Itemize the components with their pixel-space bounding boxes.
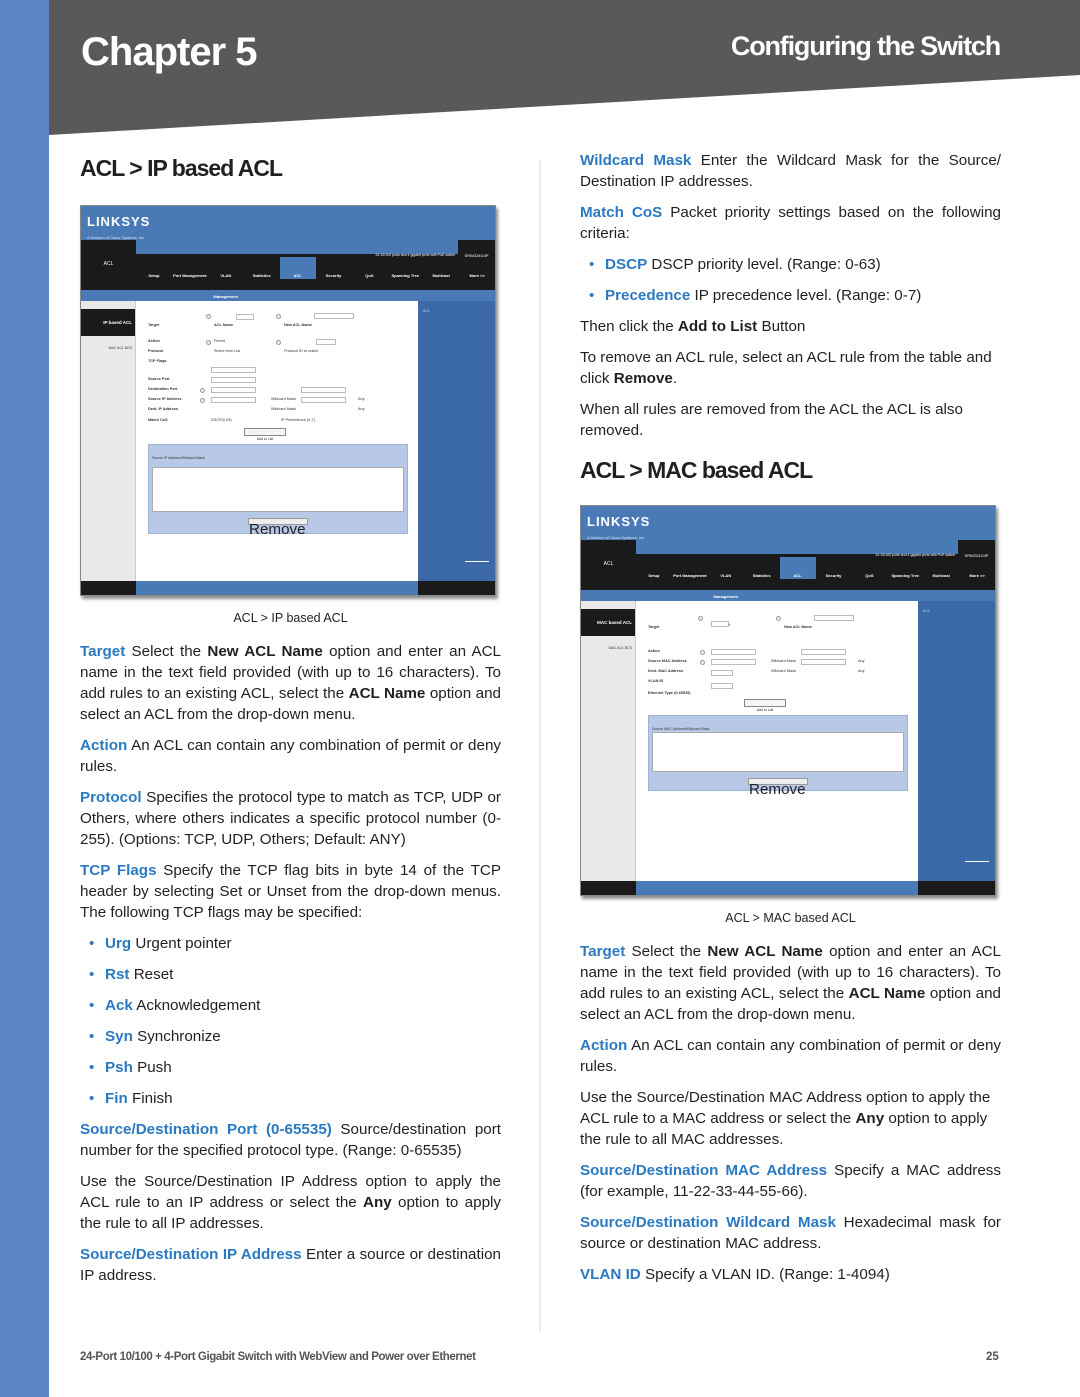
heading-ip-based-acl: ACL > IP based ACL — [80, 155, 283, 181]
tab-setup: Setup — [148, 273, 160, 278]
para-action: Action An ACL can contain any combinatio… — [80, 737, 501, 775]
list-item: Ack Acknowledgement — [80, 995, 501, 1016]
section-title: Configuring the Switch — [730, 31, 1001, 61]
tab-spanning-tree: Spanning Tree — [391, 273, 420, 278]
tab-security: Security — [825, 573, 842, 578]
para-vlan-id: VLAN ID Specify a VLAN ID. (Range: 1-409… — [580, 1266, 890, 1283]
para-target: Target Select the New ACL Name option an… — [80, 643, 501, 723]
para-mac-use: Use the Source/Destination MAC Address o… — [580, 1089, 991, 1148]
tab-spanning-tree: Spanning Tree — [891, 573, 920, 578]
para-ip-address: Source/Destination IP Address Enter a so… — [80, 1246, 501, 1284]
para-match-cos: Match CoS Packet priority settings based… — [580, 204, 1001, 242]
para-action: Action An ACL can contain any combinatio… — [580, 1037, 1001, 1075]
list-item: Psh Push — [80, 1057, 501, 1078]
tab-acl: ACL — [779, 557, 816, 579]
cisco-logo — [465, 561, 489, 573]
screenshot-mac-based-acl: LINKSYS A Division of Cisco Systems, Inc… — [580, 505, 996, 896]
tab-statistics: Statistics — [752, 573, 771, 578]
tab-security: Security — [325, 273, 342, 278]
tab-qos: QoS — [365, 273, 374, 278]
side-color-strip — [0, 0, 49, 1397]
right-column: Wildcard Mask Enter the Wildcard Mask fo… — [580, 150, 1001, 1295]
tcp-flag-list: Urg Urgent pointer Rst Reset Ack Acknowl… — [80, 933, 501, 1109]
cisco-logo — [965, 861, 989, 873]
tab-vlan-management: VLAN Management — [213, 273, 238, 299]
para-when-all: When all rules are removed from the ACL … — [580, 401, 963, 439]
para-target: Target Select the New ACL Name option an… — [580, 943, 1001, 1023]
list-item: DSCP DSCP priority level. (Range: 0-63) — [580, 254, 1001, 275]
column-divider — [539, 160, 541, 1332]
para-protocol: Protocol Specifies the protocol type to … — [80, 789, 501, 848]
page-number: 25 — [986, 1351, 999, 1363]
tab-acl: ACL — [279, 257, 316, 279]
para-tcp-flags: TCP Flags Specify the TCP flag bits in b… — [80, 862, 501, 921]
para-wildcard: Wildcard Mask Enter the Wildcard Mask fo… — [580, 152, 1001, 190]
para-mac-wildcard: Source/Destination Wildcard Mask Hexadec… — [580, 1214, 1001, 1252]
chapter-label: Chapter 5 — [81, 30, 257, 74]
footer-product-name: 24-Port 10/100 + 4-Port Gigabit Switch w… — [80, 1351, 476, 1363]
para-mac-address: Source/Destination MAC Address Specify a… — [580, 1162, 1001, 1200]
caption-ip-based-acl: ACL > IP based ACL — [233, 611, 348, 625]
list-item: Syn Synchronize — [80, 1026, 501, 1047]
tab-setup: Setup — [648, 573, 660, 578]
cos-list: DSCP DSCP priority level. (Range: 0-63) … — [580, 254, 1001, 306]
tab-more: More >> — [969, 573, 985, 578]
para-remove: To remove an ACL rule, select an ACL rul… — [580, 349, 992, 387]
para-ip-use: Use the Source/Destination IP Address op… — [80, 1173, 501, 1232]
list-item: Fin Finish — [80, 1088, 501, 1109]
tab-multicast: Multicast — [932, 573, 950, 578]
tab-more: More >> — [469, 273, 485, 278]
left-column: ACL > IP based ACL LINKSYS A Division of… — [80, 150, 501, 1296]
heading-mac-based-acl: ACL > MAC based ACL — [580, 457, 813, 483]
chapter-header: Chapter 5 Configuring the Switch — [49, 0, 1080, 140]
list-item: Urg Urgent pointer — [80, 933, 501, 954]
tab-vlan-management: VLAN Management — [713, 573, 738, 599]
tab-multicast: Multicast — [432, 273, 450, 278]
para-then-click: Then click the Add to List Button — [580, 318, 806, 335]
tab-qos: QoS — [865, 573, 874, 578]
screenshot-ip-based-acl: LINKSYS A Division of Cisco Systems, Inc… — [80, 205, 496, 596]
tab-statistics: Statistics — [252, 273, 271, 278]
tab-port-management: Port Management — [173, 273, 207, 278]
para-port: Source/Destination Port (0-65535) Source… — [80, 1121, 501, 1159]
list-item: Precedence IP precedence level. (Range: … — [580, 285, 1001, 306]
caption-mac-based-acl: ACL > MAC based ACL — [725, 911, 856, 925]
list-item: Rst Reset — [80, 964, 501, 985]
tab-port-management: Port Management — [673, 573, 707, 578]
